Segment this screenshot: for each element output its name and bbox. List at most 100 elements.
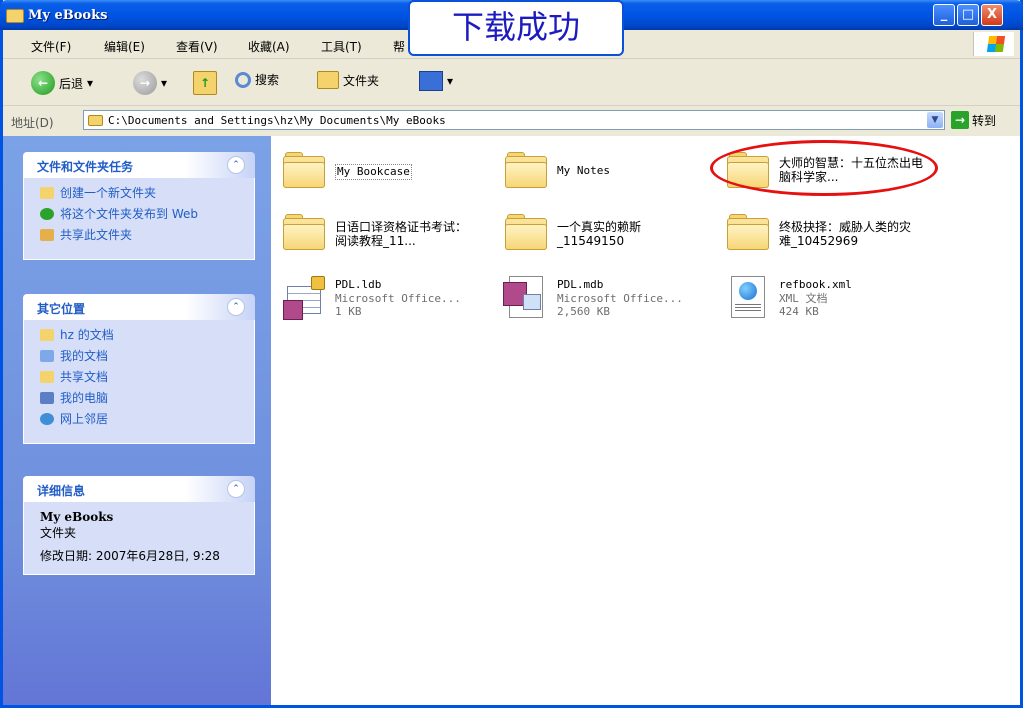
file-type: Microsoft Office... [335, 292, 461, 305]
file-name: My Bookcase [335, 164, 412, 180]
file-name: 终极抉择：威胁人类的灾难_10452969 [779, 220, 912, 248]
chevron-down-icon[interactable]: ▼ [927, 112, 943, 128]
windows-logo [973, 32, 1014, 56]
explorer-window: My eBooks _ □ X 文件(F) 编辑(E) 查看(V) 收藏(A) … [0, 0, 1023, 708]
file-type: Microsoft Office... [557, 292, 683, 305]
file-name: My Notes [557, 164, 610, 177]
task-pane: 文件和文件夹任务 ⌃ 创建一个新文件夹 将这个文件夹发布到 Web 共享此文件夹… [3, 136, 271, 705]
details-panel: 详细信息 ⌃ My eBooks 文件夹 修改日期: 2007年6月28日, 9… [23, 476, 255, 575]
folder-item[interactable]: My Notes [503, 150, 610, 192]
chevron-down-icon[interactable]: ▾ [447, 74, 453, 88]
file-item[interactable]: refbook.xml XML 文档 424 KB [725, 276, 852, 318]
folder-item[interactable]: My Bookcase [281, 150, 412, 192]
file-name: 一个真实的赖斯_11549150 [557, 220, 642, 248]
task-publish-web[interactable]: 将这个文件夹发布到 Web [40, 207, 244, 222]
details-panel-header[interactable]: 详细信息 ⌃ [23, 476, 255, 502]
collapse-icon[interactable]: ⌃ [227, 298, 245, 316]
back-label: 后退 [59, 76, 84, 91]
new-folder-icon [40, 187, 54, 199]
database-lock-icon [281, 276, 327, 320]
file-size: 2,560 KB [557, 305, 610, 318]
folder-icon [88, 115, 103, 126]
menu-edit[interactable]: 编辑(E) [104, 38, 145, 55]
go-arrow-icon: → [951, 111, 969, 129]
task-new-folder[interactable]: 创建一个新文件夹 [40, 186, 244, 201]
collapse-icon[interactable]: ⌃ [227, 480, 245, 498]
task-share-folder[interactable]: 共享此文件夹 [40, 228, 244, 243]
places-panel-title: 其它位置 [37, 302, 86, 316]
menu-tools[interactable]: 工具(T) [321, 38, 362, 55]
forward-button[interactable]: → ▾ [133, 71, 167, 95]
search-label: 搜索 [255, 73, 280, 87]
folder-item[interactable]: 一个真实的赖斯_11549150 [503, 212, 677, 254]
file-name: 日语口译资格证书考试：阅读教程_11... [335, 220, 468, 248]
access-database-icon [503, 276, 549, 318]
folder-icon [40, 329, 54, 341]
minimize-button[interactable]: _ [933, 4, 955, 26]
up-folder-icon: ↑ [193, 71, 217, 95]
file-view: My Bookcase My Notes 大师的智慧：十五位杰出电脑科学家...… [271, 136, 1020, 705]
globe-icon [40, 208, 54, 220]
folder-icon [6, 9, 24, 23]
tasks-panel: 文件和文件夹任务 ⌃ 创建一个新文件夹 将这个文件夹发布到 Web 共享此文件夹 [23, 152, 255, 260]
windows-flag-icon [986, 36, 1006, 52]
views-icon [419, 71, 443, 91]
forward-arrow-icon: → [133, 71, 157, 95]
folders-button[interactable]: 文件夹 [317, 71, 379, 89]
file-name: PDL.mdb [557, 278, 604, 291]
download-success-banner: 下载成功 [408, 0, 624, 56]
file-size: 1 KB [335, 305, 362, 318]
go-label: 转到 [972, 113, 997, 128]
menu-favorites[interactable]: 收藏(A) [248, 38, 290, 55]
place-my-documents[interactable]: 我的文档 [40, 349, 244, 364]
folder-icon [281, 212, 327, 254]
places-panel-header[interactable]: 其它位置 ⌃ [23, 294, 255, 320]
back-button[interactable]: ← 后退 ▾ [31, 71, 93, 95]
folders-icon [317, 71, 339, 89]
share-folder-icon [40, 229, 54, 241]
file-item[interactable]: PDL.ldb Microsoft Office... 1 KB [281, 276, 461, 320]
address-input[interactable]: C:\Documents and Settings\hz\My Document… [83, 110, 945, 130]
menu-view[interactable]: 查看(V) [176, 38, 218, 55]
details-name: My eBooks [40, 510, 114, 524]
documents-icon [40, 350, 54, 362]
network-icon [40, 413, 54, 425]
folder-icon [503, 150, 549, 192]
maximize-button[interactable]: □ [957, 4, 979, 26]
computer-icon [40, 392, 54, 404]
folder-icon [503, 212, 549, 254]
window-title: My eBooks [28, 8, 108, 23]
folder-icon [725, 212, 771, 254]
tasks-panel-header[interactable]: 文件和文件夹任务 ⌃ [23, 152, 255, 178]
up-folder-button[interactable]: ↑ [193, 71, 217, 95]
toolbar: ← 后退 ▾ → ▾ ↑ 搜索 文件夹 ▾ [3, 59, 1020, 106]
close-button[interactable]: X [981, 4, 1003, 26]
chevron-down-icon[interactable]: ▾ [87, 76, 93, 90]
folder-icon [40, 371, 54, 383]
chevron-down-icon[interactable]: ▾ [161, 76, 167, 90]
file-item[interactable]: PDL.mdb Microsoft Office... 2,560 KB [503, 276, 683, 318]
folder-item[interactable]: 终极抉择：威胁人类的灾难_10452969 [725, 212, 919, 254]
place-shared-documents[interactable]: 共享文档 [40, 370, 244, 385]
place-hz-documents[interactable]: hz 的文档 [40, 328, 244, 343]
go-button[interactable]: → 转到 [951, 111, 996, 129]
address-label: 地址(D) [11, 116, 54, 130]
xml-document-icon [725, 276, 771, 318]
places-panel: 其它位置 ⌃ hz 的文档 我的文档 共享文档 我的电脑 网上邻居 [23, 294, 255, 444]
menu-file[interactable]: 文件(F) [31, 38, 71, 55]
folders-label: 文件夹 [343, 73, 380, 88]
folder-icon [281, 150, 327, 192]
views-button[interactable]: ▾ [419, 71, 453, 91]
search-icon [235, 71, 251, 88]
search-button[interactable]: 搜索 [235, 71, 279, 88]
details-panel-title: 详细信息 [37, 484, 86, 498]
collapse-icon[interactable]: ⌃ [227, 156, 245, 174]
folder-item[interactable]: 日语口译资格证书考试：阅读教程_11... [281, 212, 475, 254]
menu-help[interactable]: 帮 [393, 38, 405, 55]
back-arrow-icon: ← [31, 71, 55, 95]
highlight-ellipse [710, 140, 938, 196]
place-network[interactable]: 网上邻居 [40, 412, 244, 427]
address-path: C:\Documents and Settings\hz\My Document… [108, 114, 446, 127]
details-type: 文件夹 [40, 526, 77, 540]
place-my-computer[interactable]: 我的电脑 [40, 391, 244, 406]
